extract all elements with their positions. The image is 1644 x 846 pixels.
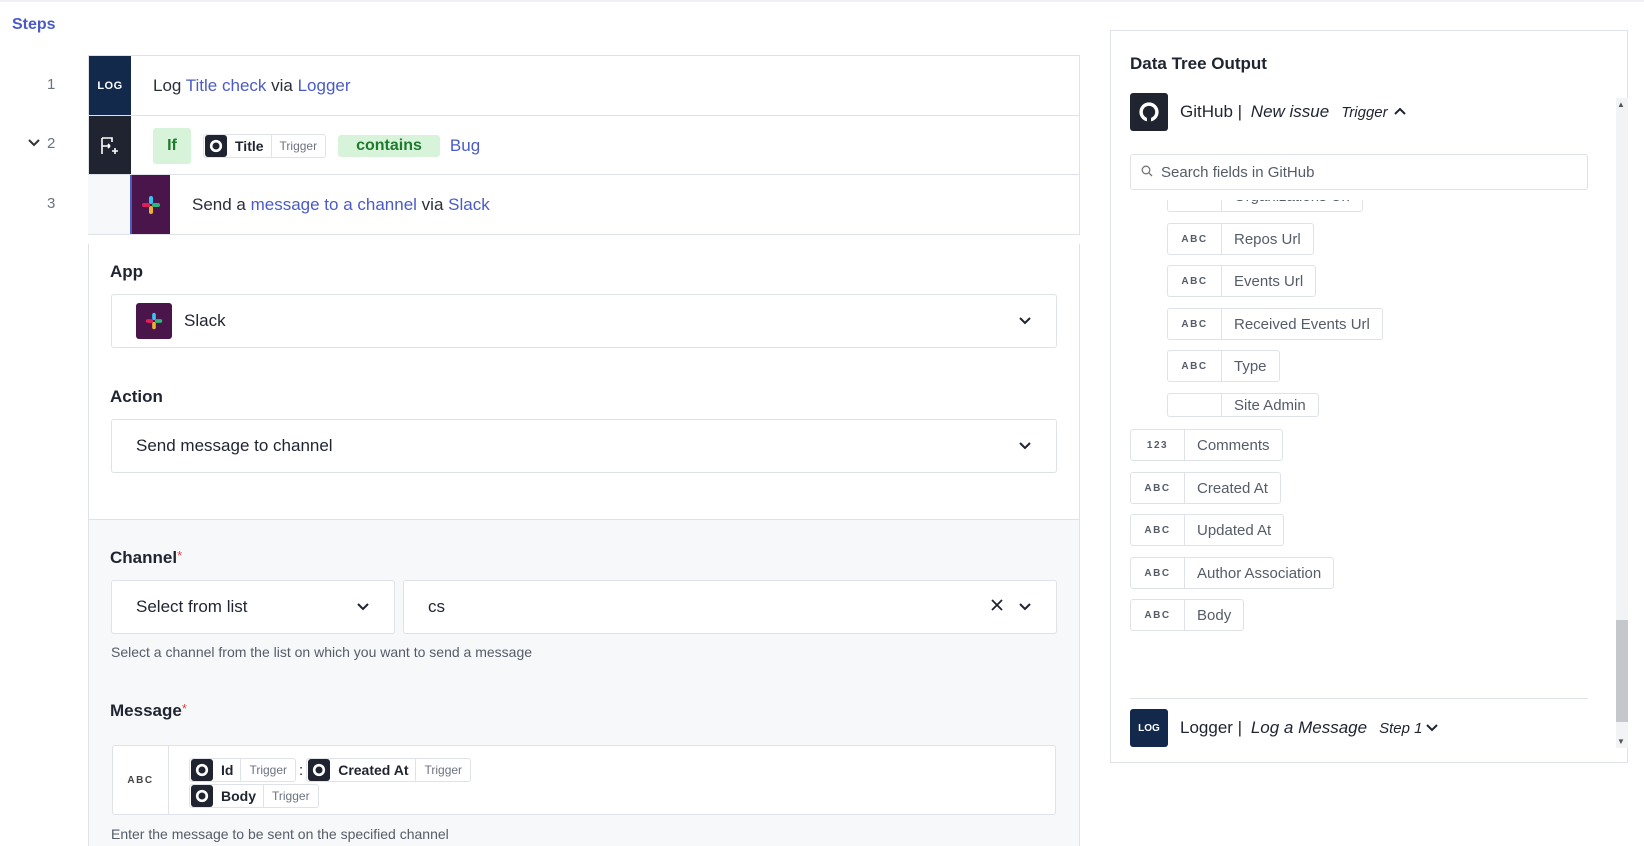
github-icon [191,759,213,781]
step-indent [88,175,130,234]
field-item[interactable]: ABC Repos Url [1167,223,1314,255]
field-tree: ABCOrganizations Url ABCRepos Url ABCEve… [1111,200,1611,665]
steps-title: Steps [12,16,56,33]
channel-mode-value: Select from list [136,597,248,616]
chevron-down-icon [1018,311,1032,331]
app-label: App [110,262,144,281]
app-value: Slack [184,311,226,330]
message-line-1: Id Trigger : Created At Trigger [189,758,472,782]
chevron-down-icon [1426,718,1439,738]
step-3-action-link[interactable]: message to a channel [251,195,417,214]
step-3-text: Send a message to a channel via Slack [192,194,490,214]
section-divider [1130,698,1588,699]
action-label: Action [110,387,163,406]
step-3-app-link[interactable]: Slack [448,195,490,214]
logger-source-header[interactable]: LOG Logger | Log a Message Step 1 [1130,709,1439,747]
github-icon [308,759,331,781]
channel-select[interactable]: cs [403,580,1057,634]
search-icon [1141,164,1153,181]
clear-icon[interactable] [990,597,1004,617]
required-marker: * [181,701,187,716]
logger-icon: LOG [89,56,131,115]
message-line-2: Body Trigger [189,784,319,808]
top-divider [0,0,1644,2]
operator-badge[interactable]: contains [338,134,440,157]
channel-help-text: Select a channel from the list on which … [111,644,533,660]
field-search[interactable] [1130,154,1588,190]
field-item[interactable]: ABC Type [1167,350,1280,382]
chevron-down-icon [356,597,370,617]
step-config-form: App Slack Action Send message to channel [88,244,1080,520]
field-item[interactable]: ABC Updated At [1130,514,1285,546]
action-value: Send message to channel [136,436,333,455]
chevron-down-icon [1018,436,1032,456]
step-2-condition[interactable]: If Title Trigger contains Bug [88,115,1080,176]
collapse-chevron-icon[interactable] [28,137,40,151]
channel-mode-select[interactable]: Select from list [111,580,395,634]
field-item[interactable]: 123 Comments [1130,429,1283,461]
step-1-text: Log Title check via Logger [153,75,351,95]
separator-text: : [299,761,304,779]
field-item[interactable]: ABC Created At [1130,472,1281,504]
channel-label: Channel* [110,548,183,567]
step-number: 3 [47,195,56,212]
step-1-app-link[interactable]: Logger [298,76,351,95]
channel-value: cs [428,597,445,616]
token-source: Trigger [270,134,326,157]
field-item[interactable]: Site Admin [1167,393,1319,417]
chevron-down-icon[interactable] [1018,597,1032,617]
step-number: 1 [47,76,56,93]
condition-field-token[interactable]: Title Trigger [203,133,327,158]
search-input[interactable] [1161,163,1561,181]
message-label: Message* [110,701,187,720]
field-item[interactable]: ABC Events Url [1167,265,1317,297]
slack-icon [136,303,172,339]
scroll-down-icon[interactable]: ▼ [1617,737,1625,746]
step-fields-form: Channel* Select from list cs Select a ch… [88,520,1080,846]
step-1-action-link[interactable]: Title check [186,76,267,95]
message-input[interactable]: ABC Id Trigger : Created At Trigger Body… [112,745,1056,815]
condition-value[interactable]: Bug [450,136,480,156]
if-badge: If [153,127,191,164]
github-source-header[interactable]: GitHub | New issue Trigger [1130,93,1406,131]
data-tree-panel: Data Tree Output GitHub | New issue Trig… [1110,30,1628,763]
message-help-text: Enter the message to be sent on the spec… [111,826,449,842]
field-item[interactable]: ABC Received Events Url [1167,308,1383,340]
logger-icon: LOG [1130,709,1168,747]
field-item[interactable]: ABC Author Association [1130,557,1335,589]
slack-icon [130,175,170,234]
github-icon [191,785,213,807]
branch-icon [89,116,131,175]
token-label: Title [235,137,264,154]
chevron-up-icon [1393,102,1406,122]
field-item[interactable]: ABCOrganizations Url [1167,200,1363,212]
required-marker: * [177,548,183,563]
scroll-up-icon[interactable]: ▲ [1617,100,1625,109]
step-3-slack[interactable]: Send a message to a channel via Slack [88,174,1080,235]
token-id[interactable]: Id Trigger [189,758,297,782]
action-select[interactable]: Send message to channel [111,419,1057,473]
token-body[interactable]: Body Trigger [189,784,319,808]
scrollbar-thumb[interactable] [1616,620,1628,722]
field-item[interactable]: ABC Body [1130,599,1245,631]
data-tree-title: Data Tree Output [1130,54,1267,73]
type-badge: ABC [113,746,169,814]
app-select[interactable]: Slack [111,294,1057,348]
step-number: 2 [47,135,56,152]
github-icon [205,134,227,157]
step-1-logger[interactable]: LOG Log Title check via Logger [88,55,1080,116]
token-created-at[interactable]: Created At Trigger [306,758,472,782]
github-icon [1130,93,1168,131]
